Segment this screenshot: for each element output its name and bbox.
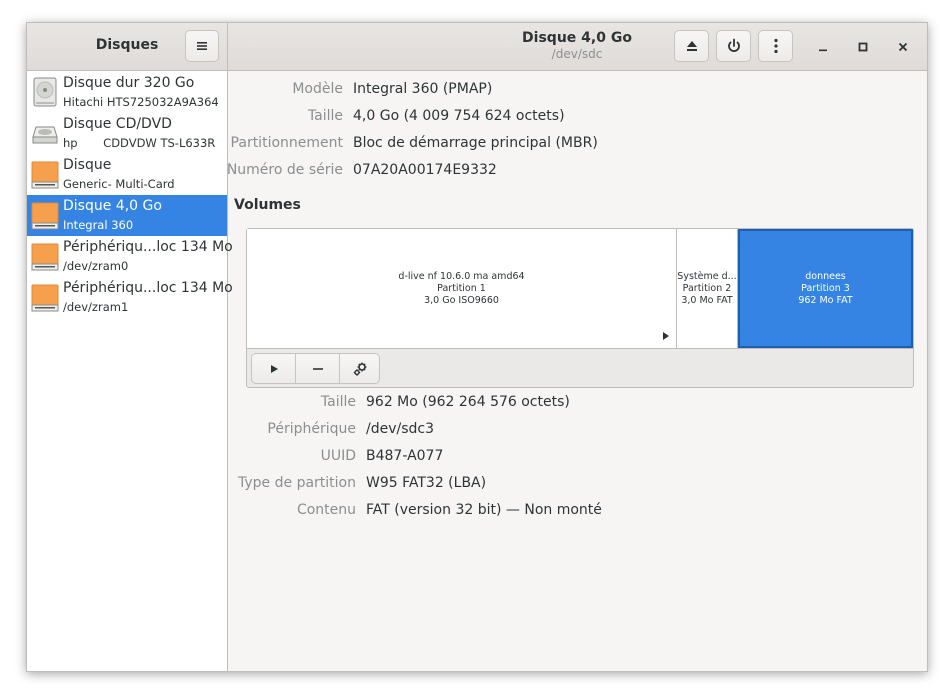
model-label: Modèle [292,81,343,97]
model-value: Integral 360 (PMAP) [353,81,493,97]
serial-label: Numéro de série [226,162,343,178]
partition-size: 962 Mo FAT [798,294,853,306]
content-value: FAT (version 32 bit) — Non monté [366,502,602,518]
mount-button[interactable] [251,353,296,384]
disk-item-cdrom[interactable]: Disque CD/DVD hp CDDVDW TS-L633R [27,113,227,154]
disks-window: Disques Disque 4,0 Go /dev/sdc Disque du… [26,22,928,672]
header-bar: Disques Disque 4,0 Go /dev/sdc [27,23,927,71]
volumes-graph: d-live nf 10.6.0 ma amd64 Partition 1 3,… [247,229,913,349]
close-icon [898,42,908,52]
partitioning-label: Partitionnement [230,135,343,151]
disk-details: Modèle Integral 360 (PMAP) Taille 4,0 Go… [226,71,927,671]
disk-model: /dev/zram1 [63,300,129,314]
disk-model: Integral 360 [63,218,134,232]
volume-toolbar [251,353,380,384]
minus-icon [312,367,323,370]
serial-value: 07A20A00174E9332 [353,162,497,178]
removable-drive-icon [31,161,59,189]
partition-number: Partition 3 [801,282,850,294]
partition-label: Système d... [677,270,737,282]
expand-arrow-icon [663,332,669,340]
disk-item-hdd[interactable]: Disque dur 320 Go Hitachi HTS725032A9A36… [27,72,227,113]
disk-item-zram0[interactable]: Périphériqu...loc 134 Mo /dev/zram0 [27,236,233,277]
volumes-panel: d-live nf 10.6.0 ma amd64 Partition 1 3,… [246,228,914,388]
eject-icon [686,41,697,51]
disk-model: /dev/zram0 [63,259,129,273]
disk-name: Périphériqu...loc 134 Mo [63,239,233,255]
partition-number: Partition 2 [682,282,732,294]
size-value: 4,0 Go (4 009 754 624 octets) [353,108,565,124]
removable-drive-icon [31,243,59,271]
minimize-icon [819,49,827,52]
delete-partition-button[interactable] [295,353,340,384]
disk-name: Disque dur 320 Go [63,75,195,91]
drive-options-button[interactable] [758,30,793,62]
hamburger-menu-icon [197,42,207,50]
disk-item-card-reader[interactable]: Disque Generic- Multi-Card [27,154,227,195]
disk-item-usb-selected[interactable]: Disque 4,0 Go Integral 360 [27,195,227,236]
partition-size: 3,0 Go ISO9660 [424,294,499,306]
menu-button[interactable] [185,30,219,62]
disk-model: hp CDDVDW TS-L633R [63,136,216,150]
size-label: Taille [307,108,343,124]
maximize-icon [858,42,868,52]
partition-size: 3,0 Mo FAT [681,294,733,306]
disk-name: Disque CD/DVD [63,116,172,132]
optical-drive-icon [32,126,58,144]
partition-options-button[interactable] [339,353,380,384]
sidebar-header: Disques [27,23,228,70]
partition-3-selected[interactable]: donnees Partition 3 962 Mo FAT [738,229,913,348]
uuid-label: UUID [320,448,356,464]
power-off-button[interactable] [716,30,751,62]
disk-list: Disque dur 320 Go Hitachi HTS725032A9A36… [27,71,233,671]
partition-label: d-live nf 10.6.0 ma amd64 [398,270,525,282]
eject-button[interactable] [674,30,709,62]
vertical-dots-icon [773,38,778,54]
maximize-button[interactable] [853,37,873,57]
disk-name: Périphériqu...loc 134 Mo [63,280,233,296]
uuid-value: B487-A077 [366,448,444,464]
disk-name: Disque [63,157,112,173]
volume-size-label: Taille [320,394,356,410]
partition-label: donnees [805,270,846,282]
disk-name: Disque 4,0 Go [63,198,162,214]
device-label: Périphérique [267,421,356,437]
removable-drive-icon [31,202,59,230]
minimize-button[interactable] [813,37,833,57]
partition-type-value: W95 FAT32 (LBA) [366,475,487,491]
partition-type-label: Type de partition [238,475,356,491]
partition-2[interactable]: Système d... Partition 2 3,0 Mo FAT [677,229,738,348]
removable-drive-icon [31,284,59,312]
volume-size-value: 962 Mo (962 264 576 octets) [366,394,570,410]
partition-1[interactable]: d-live nf 10.6.0 ma amd64 Partition 1 3,… [247,229,677,348]
disk-model: Generic- Multi-Card [63,177,175,191]
disk-model: Hitachi HTS725032A9A364 [63,95,219,109]
partitioning-value: Bloc de démarrage principal (MBR) [353,135,598,151]
hard-disk-icon [33,77,57,107]
device-value: /dev/sdc3 [366,421,435,437]
gears-icon [353,362,366,376]
close-button[interactable] [893,37,913,57]
power-icon [727,38,740,52]
content-label: Contenu [296,502,356,518]
partition-number: Partition 1 [437,282,486,294]
volumes-heading: Volumes [234,197,301,213]
play-icon [270,364,278,373]
disk-item-zram1[interactable]: Périphériqu...loc 134 Mo /dev/zram1 [27,277,233,318]
